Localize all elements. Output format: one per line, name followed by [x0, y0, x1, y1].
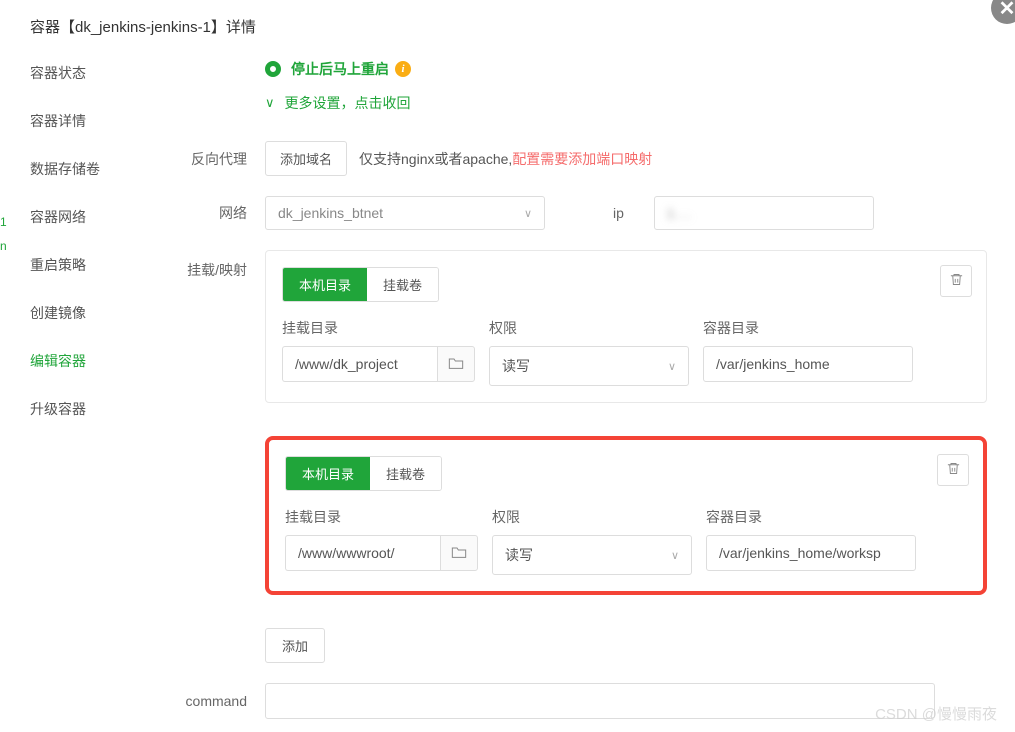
mount-label: 挂载/映射 — [165, 250, 265, 418]
perm-value: 读写 — [502, 356, 530, 376]
tab-local-dir[interactable]: 本机目录 — [283, 268, 367, 301]
network-select[interactable]: dk_jenkins_btnet ∨ — [265, 196, 545, 230]
delete-mount-button[interactable] — [937, 454, 969, 486]
ip-value: 1... — [667, 206, 693, 221]
tab-volume[interactable]: 挂载卷 — [370, 457, 441, 490]
add-mount-button[interactable]: 添加 — [265, 628, 325, 663]
container-path-input[interactable] — [706, 535, 916, 571]
browse-folder-button[interactable] — [437, 346, 475, 382]
mount-card: 本机目录 挂载卷 挂载目录 — [265, 250, 987, 403]
tab-local-dir[interactable]: 本机目录 — [286, 457, 370, 490]
watermark: CSDN @慢慢雨夜 — [875, 703, 997, 724]
restart-option-label: 停止后马上重启 — [291, 59, 389, 79]
sidebar-item-status[interactable]: 容器状态 — [12, 49, 155, 97]
command-label: command — [165, 693, 265, 709]
info-icon[interactable]: i — [395, 61, 411, 77]
host-path-input[interactable] — [282, 346, 437, 382]
ip-label: ip — [613, 205, 624, 221]
container-dir-label: 容器目录 — [706, 507, 916, 527]
proxy-label: 反向代理 — [165, 149, 265, 169]
perm-value: 读写 — [505, 545, 533, 565]
folder-icon — [448, 356, 464, 373]
more-settings-label: 更多设置，点击收回 — [285, 93, 411, 113]
modal-title: 容器【dk_jenkins-jenkins-1】详情 — [0, 0, 1015, 49]
mount-dir-label: 挂载目录 — [285, 507, 478, 527]
sidebar: 容器状态 容器详情 数据存储卷 容器网络 重启策略 创建镜像 编辑容器 升级容器 — [0, 49, 155, 731]
delete-mount-button[interactable] — [940, 265, 972, 297]
left-edge-hints: 1 n — [0, 210, 7, 258]
more-settings-toggle[interactable]: ∨ 更多设置，点击收回 — [165, 93, 987, 113]
perm-label: 权限 — [492, 507, 692, 527]
trash-icon — [946, 461, 961, 479]
sidebar-item-image[interactable]: 创建镜像 — [12, 289, 155, 337]
sidebar-item-edit[interactable]: 编辑容器 — [12, 337, 155, 385]
folder-icon — [451, 545, 467, 562]
permission-select[interactable]: 读写 ∨ — [489, 346, 689, 386]
mount-card-highlighted: 本机目录 挂载卷 挂载目录 — [265, 436, 987, 595]
chevron-down-icon: ∨ — [265, 95, 275, 111]
mount-tab-group: 本机目录 挂载卷 — [282, 267, 439, 302]
sidebar-item-restart[interactable]: 重启策略 — [12, 241, 155, 289]
radio-icon — [265, 61, 281, 77]
sidebar-item-details[interactable]: 容器详情 — [12, 97, 155, 145]
sidebar-item-network[interactable]: 容器网络 — [12, 193, 155, 241]
host-path-input[interactable] — [285, 535, 440, 571]
network-select-value: dk_jenkins_btnet — [278, 205, 383, 221]
trash-icon — [949, 272, 964, 290]
proxy-help-text: 仅支持nginx或者apache, — [359, 151, 512, 167]
proxy-help-warn: 配置需要添加端口映射 — [512, 151, 652, 167]
sidebar-item-volumes[interactable]: 数据存储卷 — [12, 145, 155, 193]
chevron-down-icon: ∨ — [671, 549, 679, 562]
chevron-down-icon: ∨ — [524, 207, 532, 220]
command-input[interactable] — [265, 683, 935, 719]
browse-folder-button[interactable] — [440, 535, 478, 571]
tab-volume[interactable]: 挂载卷 — [367, 268, 438, 301]
restart-option[interactable]: 停止后马上重启 i — [165, 59, 987, 79]
container-dir-label: 容器目录 — [703, 318, 913, 338]
sidebar-item-upgrade[interactable]: 升级容器 — [12, 385, 155, 433]
mount-dir-label: 挂载目录 — [282, 318, 475, 338]
container-path-input[interactable] — [703, 346, 913, 382]
ip-input[interactable]: 1... — [654, 196, 874, 230]
close-icon: ✕ — [999, 0, 1015, 21]
network-label: 网络 — [165, 203, 265, 223]
permission-select[interactable]: 读写 ∨ — [492, 535, 692, 575]
add-domain-button[interactable]: 添加域名 — [265, 141, 347, 176]
mount-tab-group: 本机目录 挂载卷 — [285, 456, 442, 491]
perm-label: 权限 — [489, 318, 689, 338]
chevron-down-icon: ∨ — [668, 360, 676, 373]
